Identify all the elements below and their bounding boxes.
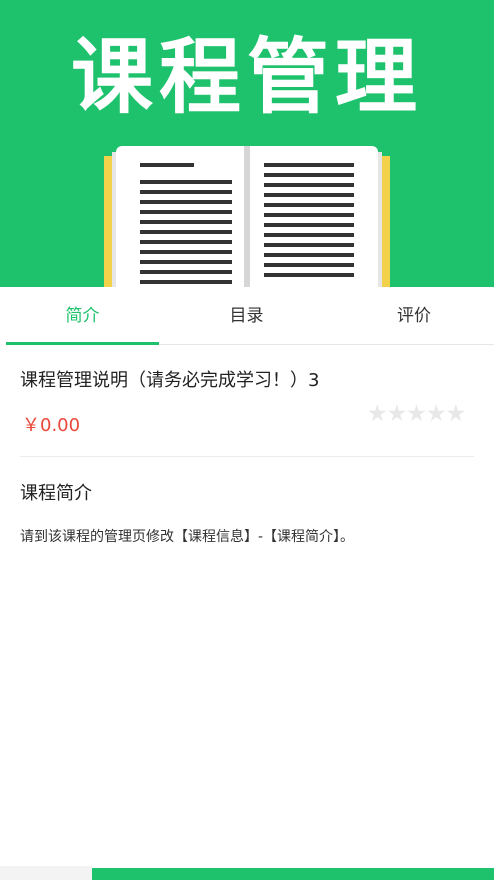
course-price: ￥0.00 <box>22 415 81 436</box>
book-icon <box>104 146 390 287</box>
bottom-left-area[interactable] <box>0 866 92 880</box>
banner-title: 课程管理 <box>70 30 423 125</box>
bottom-action-bar <box>0 866 494 880</box>
tab-catalog[interactable]: 目录 <box>159 287 334 345</box>
intro-heading: 课程简介 <box>20 483 92 504</box>
rating-stars-icon: ★★★★★ <box>367 401 466 427</box>
divider <box>20 456 474 457</box>
tab-intro[interactable]: 简介 <box>6 287 159 345</box>
active-tab-indicator <box>6 342 159 345</box>
course-tabs: 简介 目录 评价 <box>6 287 494 345</box>
intro-text: 请到该课程的管理页修改【课程信息】-【课程简介】。 <box>20 529 355 545</box>
course-title: 课程管理说明（请务必完成学习！）3 <box>20 370 320 391</box>
bottom-action-button[interactable] <box>92 868 494 880</box>
course-banner: 课程管理 <box>0 0 494 287</box>
tab-reviews[interactable]: 评价 <box>334 287 494 345</box>
